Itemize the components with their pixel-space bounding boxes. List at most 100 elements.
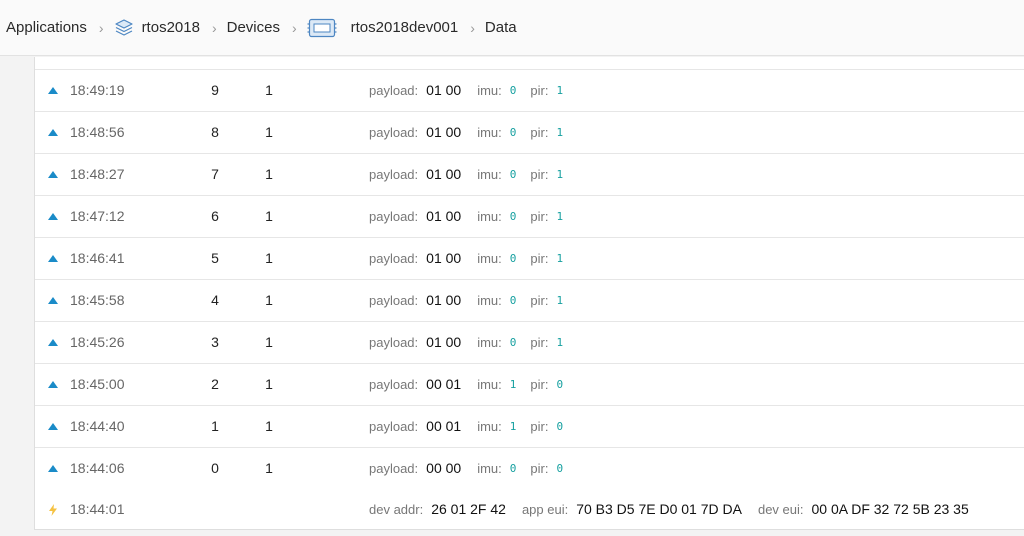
- imu-label: imu:: [477, 335, 502, 350]
- activation-row[interactable]: 18:44:01 dev addr: 26 01 2F 42 app eui: …: [35, 489, 1024, 530]
- payload-label: payload:: [369, 125, 419, 140]
- dev-addr-value: 26 01 2F 42: [431, 501, 506, 517]
- imu-label: imu:: [477, 83, 502, 98]
- payload-label: payload:: [369, 377, 419, 392]
- breadcrumb-devices[interactable]: Devices: [227, 19, 280, 36]
- uplink-arrow-icon: [48, 238, 60, 279]
- pir-label: pir:: [530, 83, 549, 98]
- activation-time: 18:44:01: [70, 501, 125, 517]
- payload-label: payload:: [369, 83, 419, 98]
- message-fields: payload: 01 00 imu: 0 pir: 1: [369, 112, 577, 153]
- payload-label: payload:: [369, 419, 419, 434]
- pir-label: pir:: [530, 167, 549, 182]
- chevron-right-icon: ›: [98, 19, 104, 36]
- payload-label: payload:: [369, 461, 419, 476]
- table-row[interactable]: 18:46:41 5 1 payload: 01 00 imu: 0 pir: 1: [35, 238, 1024, 280]
- imu-label: imu:: [477, 461, 502, 476]
- payload-value: 00 01: [426, 376, 462, 392]
- message-counter: 8: [211, 124, 219, 140]
- table-row[interactable]: 18:47:12 6 1 payload: 01 00 imu: 0 pir: 1: [35, 196, 1024, 238]
- message-fields: payload: 00 01 imu: 1 pir: 0: [369, 406, 577, 447]
- layers-icon: [114, 18, 134, 38]
- message-time: 18:48:27: [70, 166, 125, 182]
- payload-label: payload:: [369, 251, 419, 266]
- payload-value: 00 00: [426, 460, 462, 476]
- message-time: 18:47:12: [70, 208, 125, 224]
- imu-label: imu:: [477, 209, 502, 224]
- pir-value: 0: [556, 378, 564, 391]
- message-counter: 5: [211, 250, 219, 266]
- chevron-right-icon: ›: [291, 19, 297, 36]
- message-time: 18:48:56: [70, 124, 125, 140]
- message-port: 1: [265, 418, 273, 434]
- table-row[interactable]: 18:45:58 4 1 payload: 01 00 imu: 0 pir: 1: [35, 280, 1024, 322]
- uplink-arrow-icon: [48, 364, 60, 405]
- message-time: 18:44:06: [70, 460, 125, 476]
- chevron-right-icon: ›: [470, 19, 475, 36]
- table-row[interactable]: 18:44:40 1 1 payload: 00 01 imu: 1 pir: 0: [35, 406, 1024, 448]
- imu-value: 0: [509, 168, 517, 181]
- pir-value: 1: [556, 84, 564, 97]
- payload-value: 01 00: [426, 208, 462, 224]
- message-port: 1: [265, 334, 273, 350]
- breadcrumb-app[interactable]: rtos2018: [114, 18, 200, 38]
- message-counter: 1: [211, 418, 219, 434]
- pir-value: 1: [556, 336, 564, 349]
- pir-label: pir:: [530, 293, 549, 308]
- payload-value: 01 00: [426, 292, 462, 308]
- activation-fields: dev addr: 26 01 2F 42 app eui: 70 B3 D5 …: [369, 489, 985, 530]
- pir-label: pir:: [530, 335, 549, 350]
- pir-value: 1: [556, 168, 564, 181]
- pir-value: 1: [556, 294, 564, 307]
- breadcrumb-app-label: rtos2018: [141, 19, 200, 36]
- pir-label: pir:: [530, 251, 549, 266]
- table-row[interactable]: 18:44:06 0 1 payload: 00 00 imu: 0 pir: 0: [35, 448, 1024, 489]
- message-time: 18:45:00: [70, 376, 125, 392]
- message-counter: 4: [211, 292, 219, 308]
- breadcrumb-device[interactable]: rtos2018dev001: [307, 17, 459, 39]
- uplink-arrow-icon: [48, 112, 60, 153]
- message-fields: payload: 01 00 imu: 0 pir: 1: [369, 154, 577, 195]
- imu-label: imu:: [477, 293, 502, 308]
- uplink-arrow-icon: [48, 322, 60, 363]
- table-row[interactable]: 18:48:56 8 1 payload: 01 00 imu: 0 pir: 1: [35, 112, 1024, 154]
- device-icon: [307, 17, 337, 39]
- uplink-arrow-icon: [48, 406, 60, 447]
- message-port: 1: [265, 82, 273, 98]
- table-row[interactable]: 18:45:00 2 1 payload: 00 01 imu: 1 pir: 0: [35, 364, 1024, 406]
- message-fields: payload: 00 00 imu: 0 pir: 0: [369, 448, 577, 489]
- payload-value: 00 01: [426, 418, 462, 434]
- uplink-arrow-icon: [48, 70, 60, 111]
- imu-label: imu:: [477, 419, 502, 434]
- table-row[interactable]: 18:48:27 7 1 payload: 01 00 imu: 0 pir: 1: [35, 154, 1024, 196]
- message-fields: payload: 01 00 imu: 0 pir: 1: [369, 322, 577, 363]
- payload-label: payload:: [369, 209, 419, 224]
- breadcrumb-device-label: rtos2018dev001: [350, 19, 459, 36]
- imu-label: imu:: [477, 167, 502, 182]
- pir-label: pir:: [530, 461, 549, 476]
- imu-value: 0: [509, 252, 517, 265]
- payload-label: payload:: [369, 335, 419, 350]
- dev-eui-label: dev eui:: [757, 502, 804, 517]
- dev-eui-value: 00 0A DF 32 72 5B 23 35: [811, 501, 969, 517]
- message-counter: 9: [211, 82, 219, 98]
- pir-label: pir:: [530, 377, 549, 392]
- chevron-right-icon: ›: [211, 19, 217, 36]
- message-counter: 7: [211, 166, 219, 182]
- breadcrumb-applications[interactable]: Applications: [6, 19, 87, 36]
- message-counter: 3: [211, 334, 219, 350]
- table-row[interactable]: 18:45:26 3 1 payload: 01 00 imu: 0 pir: 1: [35, 322, 1024, 364]
- message-fields: payload: 01 00 imu: 0 pir: 1: [369, 238, 577, 279]
- message-fields: payload: 00 01 imu: 1 pir: 0: [369, 364, 577, 405]
- message-time: 18:44:40: [70, 418, 125, 434]
- data-messages-table: 18:49:19 9 1 payload: 01 00 imu: 0 pir: 1 18:48:5…: [34, 57, 1024, 530]
- message-time: 18:46:41: [70, 250, 125, 266]
- table-row[interactable]: 18:49:19 9 1 payload: 01 00 imu: 0 pir: 1: [35, 70, 1024, 112]
- imu-value: 0: [509, 462, 517, 475]
- app-eui-label: app eui:: [521, 502, 569, 517]
- message-counter: 2: [211, 376, 219, 392]
- table-row-partial: [35, 57, 1024, 70]
- message-port: 1: [265, 460, 273, 476]
- message-port: 1: [265, 292, 273, 308]
- lightning-icon: [48, 489, 60, 530]
